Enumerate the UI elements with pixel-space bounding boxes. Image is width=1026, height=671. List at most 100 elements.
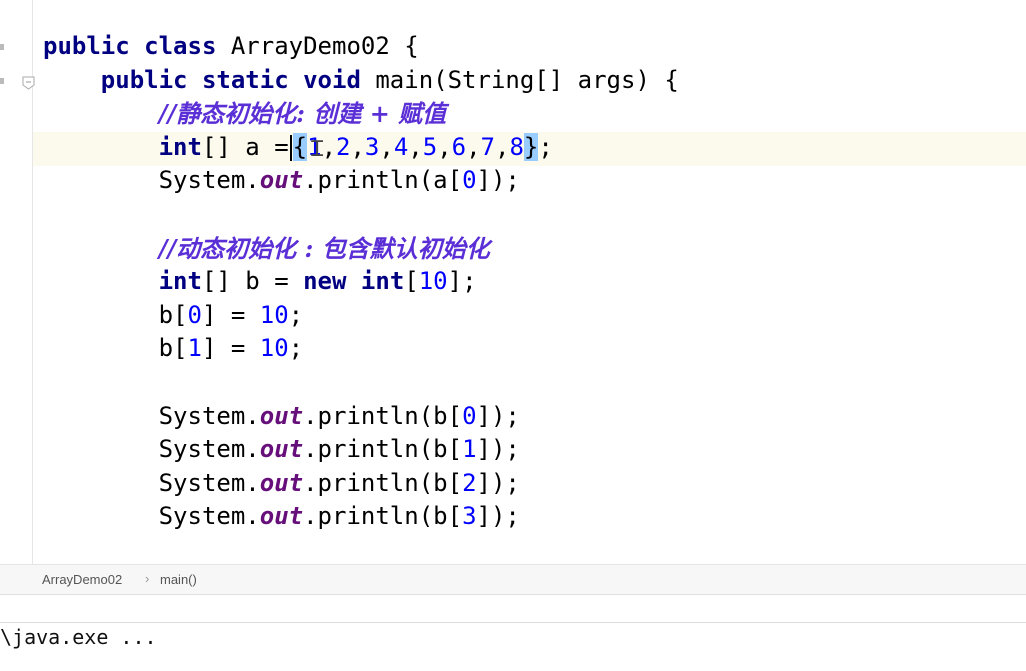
console-output-line: \java.exe ... [0, 625, 157, 649]
code-token: ] = [201, 300, 260, 329]
gutter-marker [0, 44, 4, 50]
code-token: 0 [462, 166, 477, 195]
code-token: static [201, 65, 289, 94]
code-line[interactable] [43, 198, 679, 232]
code-token: ]); [476, 166, 520, 195]
code-token: out [259, 166, 304, 195]
breadcrumb-class[interactable]: ArrayDemo02 [42, 572, 122, 587]
code-token: [] a = [201, 132, 289, 161]
code-line[interactable]: public static void main(String[] args) { [43, 64, 679, 98]
code-token: int [158, 267, 202, 296]
code-line[interactable]: //静态初始化: 创建 + 赋值 [43, 97, 679, 131]
fold-icon[interactable] [22, 76, 35, 90]
code-token: , [350, 132, 365, 161]
code-token: 1 [187, 334, 202, 363]
code-token: 3 [364, 132, 380, 161]
code-token: .println(b[ [303, 401, 463, 430]
breadcrumb: ArrayDemo02 › main() [0, 564, 1026, 595]
code-token: 8 [509, 132, 524, 161]
code-token: 0 [462, 401, 477, 430]
code-token: 10 [418, 267, 448, 296]
code-token: 5 [422, 132, 438, 161]
code-line[interactable]: int[] b = new int[10]; [43, 265, 679, 299]
code-token: out [259, 502, 304, 531]
code-line[interactable]: int[] a = {1,2,3,4,5,6,7,8}; [43, 131, 679, 165]
code-token: [ [404, 267, 419, 296]
code-token: void [303, 65, 361, 94]
code-token: , [495, 132, 510, 161]
code-token: ; [288, 334, 304, 363]
code-token: 4 [393, 132, 409, 161]
code-token: out [259, 468, 304, 497]
code-token: 6 [451, 132, 467, 161]
code-token: 7 [480, 132, 495, 161]
run-console[interactable]: \java.exe ... [0, 622, 1026, 671]
code-token: .println(b[ [303, 435, 463, 464]
code-line[interactable] [43, 366, 679, 400]
code-content[interactable]: public class ArrayDemo02 { public static… [43, 30, 679, 534]
code-line[interactable]: System.out.println(b[1]); [43, 433, 679, 467]
code-token: [] b = [201, 267, 304, 296]
code-line[interactable]: public class ArrayDemo02 { [43, 30, 679, 64]
code-line[interactable]: System.out.println(b[3]); [43, 500, 679, 534]
code-token: , [321, 132, 337, 161]
code-token: System. [43, 435, 260, 464]
code-token: ]); [476, 502, 520, 531]
code-token: public [100, 65, 188, 94]
code-token: b[ [43, 334, 188, 363]
code-token: 10 [259, 334, 289, 363]
code-token: 2 [336, 132, 351, 161]
text-cursor-icon: Ɪ [311, 137, 324, 162]
code-line[interactable]: b[0] = 10; [43, 299, 679, 333]
panel-divider[interactable] [0, 594, 1026, 623]
code-token: ]); [476, 435, 520, 464]
code-token: out [259, 401, 304, 430]
code-token: public [43, 32, 130, 60]
code-token: 10 [259, 300, 289, 329]
code-line[interactable]: System.out.println(b[2]); [43, 467, 679, 501]
code-token: } [523, 132, 539, 161]
code-token: , [379, 132, 394, 161]
code-token: 0 [187, 300, 202, 329]
code-token: new [303, 267, 347, 296]
code-token: int [158, 132, 202, 161]
code-token: ] = [201, 334, 260, 363]
code-line[interactable]: //动态初始化 : 包含默认初始化 [43, 232, 679, 266]
code-comment: //动态初始化 : 包含默认初始化 [158, 233, 490, 263]
code-token: .println(a[ [303, 166, 463, 195]
code-line[interactable]: System.out.println(b[0]); [43, 400, 679, 434]
gutter-marker [0, 78, 4, 84]
code-token: ; [288, 300, 304, 329]
code-line[interactable]: b[1] = 10; [43, 332, 679, 366]
code-token: ArrayDemo02 { [216, 32, 419, 60]
code-token: System. [43, 401, 260, 430]
code-token: System. [43, 166, 260, 195]
breadcrumb-method[interactable]: main() [160, 572, 197, 587]
code-token: ]); [476, 401, 520, 430]
code-token: 2 [462, 468, 477, 497]
code-token: System. [43, 468, 260, 497]
text-caret [289, 134, 292, 161]
code-token: b[ [43, 300, 188, 329]
code-token: System. [43, 502, 260, 531]
code-line[interactable]: System.out.println(a[0]); [43, 164, 679, 198]
code-token: out [259, 435, 304, 464]
code-token: ]); [476, 468, 520, 497]
code-token: 3 [462, 502, 477, 531]
code-token: { [292, 132, 308, 161]
code-token: ; [538, 132, 553, 161]
code-token: int [360, 267, 405, 296]
code-editor[interactable]: public class ArrayDemo02 { public static… [0, 0, 1026, 564]
code-token: , [408, 132, 423, 161]
code-token: main(String[] args) { [360, 65, 679, 94]
code-token: ]; [447, 267, 477, 296]
